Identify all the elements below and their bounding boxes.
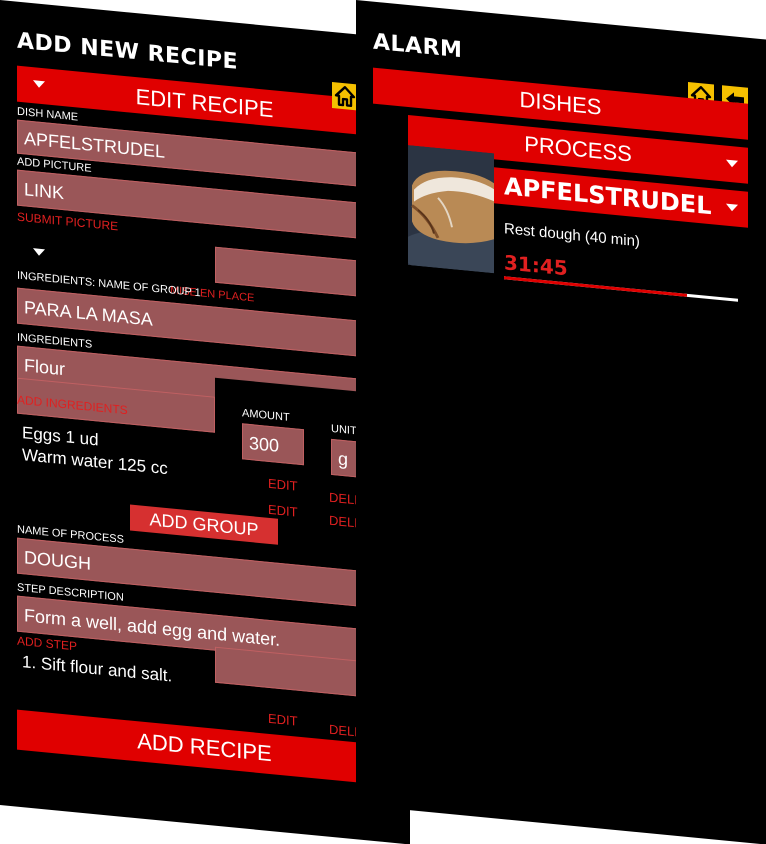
process-label: PROCESS bbox=[524, 131, 632, 167]
unit-label: UNIT bbox=[331, 422, 357, 438]
edit-ingredient-button[interactable]: EDIT bbox=[268, 502, 298, 520]
progress-track bbox=[504, 276, 738, 302]
page-title: ALARM bbox=[373, 29, 463, 64]
amount-value: 300 bbox=[249, 432, 280, 456]
edit-step-button[interactable]: EDIT bbox=[268, 711, 298, 729]
home-icon bbox=[334, 86, 356, 108]
add-recipe-button[interactable]: ADD RECIPE bbox=[17, 709, 392, 786]
dish-photo bbox=[408, 145, 494, 274]
alarm-screen: ALARM DISHES PROCESS APFELSTRUDEL Rest d… bbox=[356, 0, 766, 844]
ingredient-value: Flour bbox=[24, 355, 66, 380]
add-group-button[interactable]: ADD GROUP bbox=[130, 504, 278, 545]
timer-readout: 31:45 bbox=[504, 250, 568, 281]
apfelstrudel-image bbox=[408, 145, 494, 274]
chevron-down-icon[interactable] bbox=[33, 248, 45, 257]
group-name-value: PARA LA MASA bbox=[24, 297, 153, 330]
unit-value: g bbox=[338, 448, 349, 470]
home-button[interactable] bbox=[332, 81, 358, 111]
chevron-down-icon[interactable] bbox=[726, 203, 738, 212]
list-item: 1. Sift flour and salt. bbox=[22, 652, 173, 686]
picture-link-value: LINK bbox=[24, 179, 65, 204]
progress-fill bbox=[504, 276, 687, 297]
add-recipe-screen: ADD NEW RECIPE EDIT RECIPE DISH NAME APF… bbox=[0, 0, 410, 844]
step-text: Rest dough (40 min) bbox=[504, 220, 640, 251]
amount-input[interactable]: 300 bbox=[242, 423, 304, 466]
edit-ingredient-button[interactable]: EDIT bbox=[268, 476, 298, 494]
dishes-label: DISHES bbox=[519, 86, 602, 120]
chevron-down-icon[interactable] bbox=[726, 159, 738, 168]
process-name-value: DOUGH bbox=[24, 547, 91, 574]
dish-name-value: APFELSTRUDEL bbox=[24, 128, 166, 162]
